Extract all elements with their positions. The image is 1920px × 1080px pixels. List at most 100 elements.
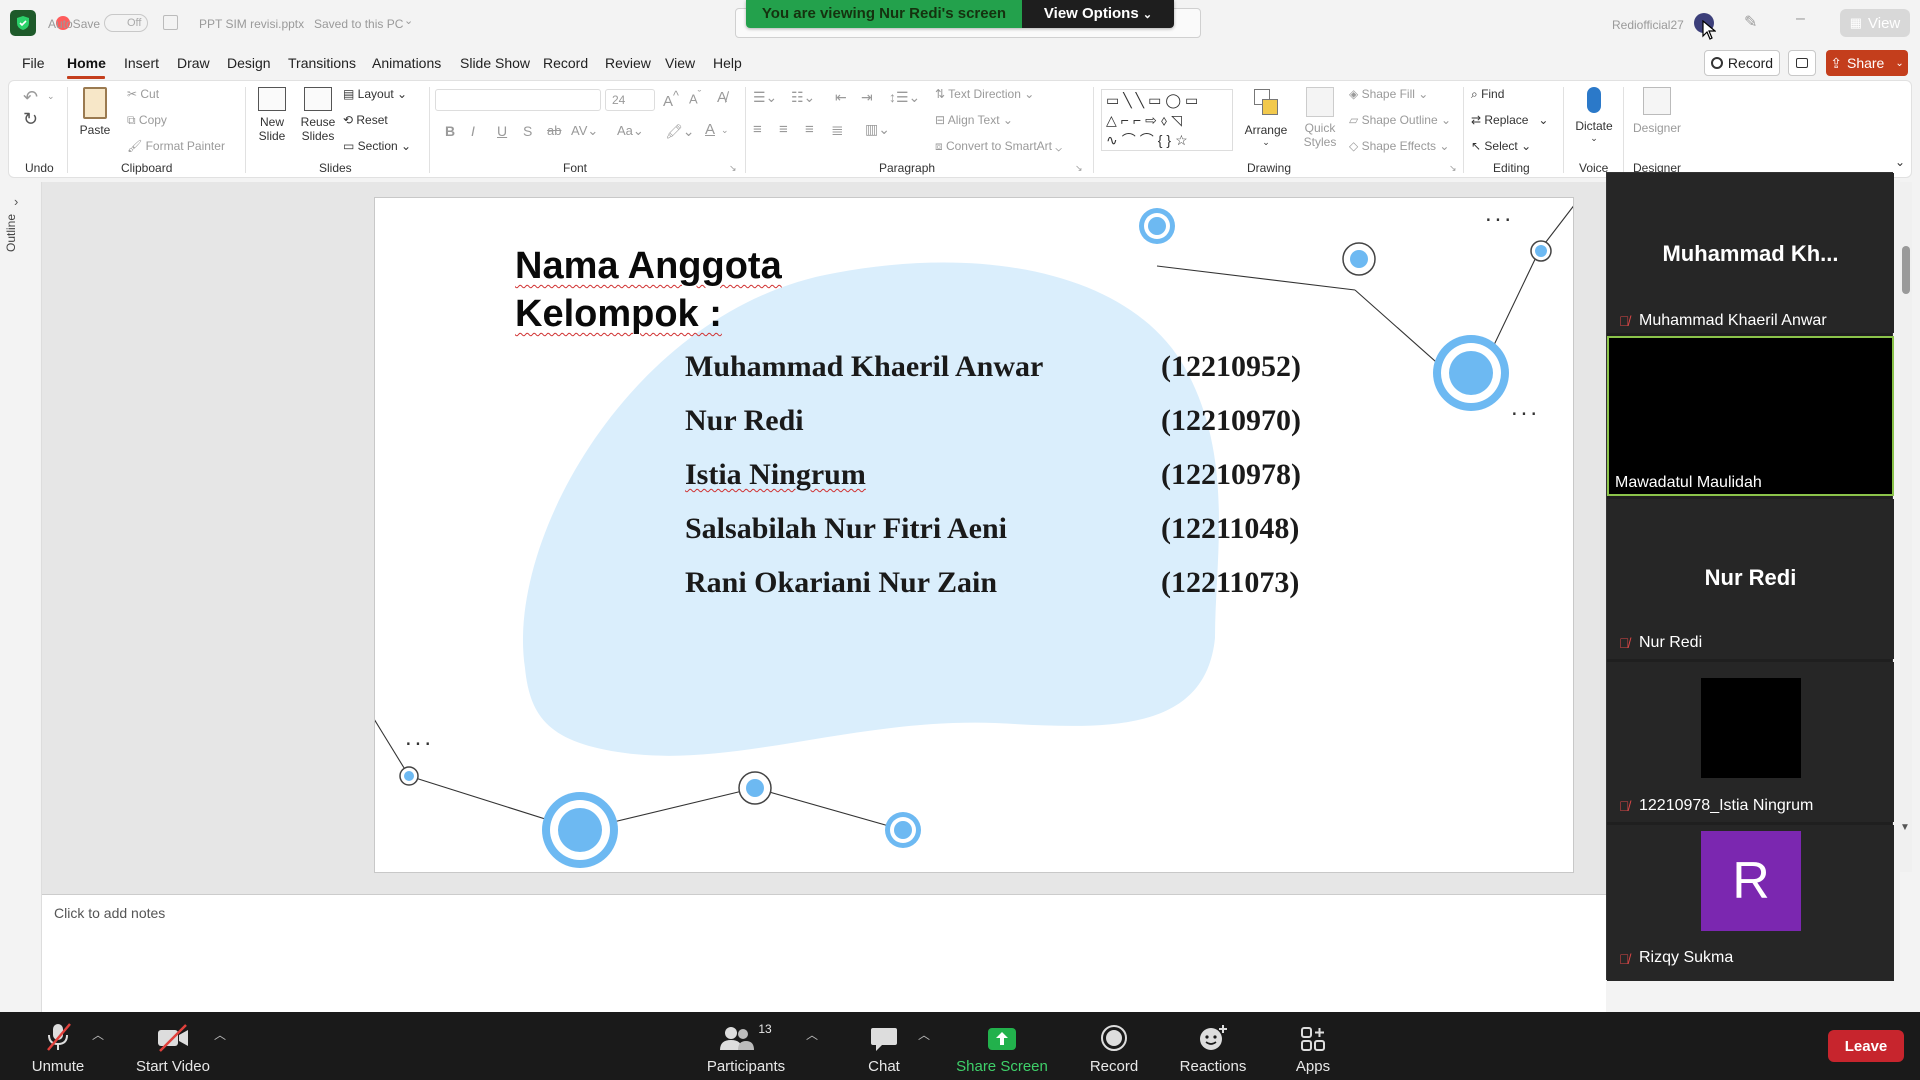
- record-button[interactable]: Record: [1704, 50, 1780, 76]
- document-name[interactable]: PPT SIM revisi.pptx: [199, 17, 304, 31]
- tab-design[interactable]: Design: [227, 55, 271, 71]
- strikethrough-icon[interactable]: ab: [547, 123, 561, 138]
- copy-button[interactable]: ⧉ Copy: [127, 113, 167, 128]
- tab-slide-show[interactable]: Slide Show: [460, 55, 530, 71]
- shape-outline-button[interactable]: ▱ Shape Outline ⌄: [1349, 113, 1451, 127]
- comments-button[interactable]: [1788, 50, 1816, 76]
- outline-label[interactable]: Outline: [4, 202, 18, 252]
- highlight-color-icon[interactable]: 🖍⌄: [665, 123, 695, 140]
- shape-effects-button[interactable]: ◇ Shape Effects ⌄: [1349, 139, 1449, 153]
- underline-button[interactable]: U: [497, 123, 507, 139]
- layout-button[interactable]: ▤ Layout ⌄: [343, 87, 407, 101]
- text-direction-button[interactable]: ⇅ Text Direction ⌄: [935, 87, 1034, 101]
- scroll-down-icon[interactable]: ▼: [1900, 822, 1910, 833]
- redo-icon[interactable]: ↻: [23, 109, 38, 130]
- participant-tile[interactable]: R 🎙̸ Rizqy Sukma: [1607, 825, 1894, 981]
- chevron-down-icon[interactable]: ⌄: [47, 91, 55, 102]
- shrink-font-icon[interactable]: Aˇ: [689, 89, 701, 106]
- pen-icon[interactable]: ✎: [1744, 12, 1757, 32]
- shapes-gallery[interactable]: ▭╲╲▭◯▭ △⌐⌐⇨⬨◹ ∿⌒⌒{}☆: [1101, 89, 1233, 151]
- font-color-icon[interactable]: A: [705, 121, 715, 138]
- participant-tile[interactable]: Nur Redi 🎙̸ Nur Redi: [1607, 499, 1894, 659]
- dialog-launcher-icon[interactable]: ↘: [1449, 163, 1457, 174]
- apps-button[interactable]: Apps: [1290, 1022, 1336, 1075]
- vertical-scrollbar[interactable]: ▼: [1900, 182, 1912, 872]
- chat-button[interactable]: Chat: [862, 1022, 906, 1075]
- tab-animations[interactable]: Animations: [372, 55, 441, 71]
- decrease-indent-icon[interactable]: ⇤: [835, 89, 847, 106]
- convert-smartart-button[interactable]: ⧈ Convert to SmartArt ⌄: [935, 139, 1062, 154]
- dictate-button[interactable]: Dictate ⌄: [1571, 87, 1617, 144]
- member-list[interactable]: Muhammad Khaeril Anwar (12210952) Nur Re…: [685, 350, 1305, 620]
- tab-home[interactable]: Home: [67, 55, 106, 71]
- view-options-button[interactable]: View Options ⌄: [1022, 0, 1174, 28]
- new-slide-button[interactable]: New Slide: [253, 87, 291, 143]
- align-left-icon[interactable]: ≡: [753, 121, 762, 138]
- designer-button[interactable]: Designer: [1629, 87, 1685, 135]
- italic-button[interactable]: I: [471, 123, 475, 139]
- slide-title[interactable]: Nama Anggota Kelompok :: [515, 242, 782, 338]
- save-icon[interactable]: [163, 15, 178, 30]
- unmute-button[interactable]: Unmute: [22, 1022, 94, 1075]
- collapse-ribbon-icon[interactable]: ⌄: [1895, 155, 1905, 169]
- font-name-input[interactable]: [435, 89, 601, 111]
- replace-button[interactable]: ⇄ Replace ⌄: [1471, 113, 1548, 127]
- tab-view[interactable]: View: [665, 55, 695, 71]
- font-size-input[interactable]: 24: [605, 89, 655, 111]
- format-painter-button[interactable]: 🖌 Format Painter: [127, 139, 225, 153]
- dialog-launcher-icon[interactable]: ↘: [729, 163, 737, 174]
- justify-icon[interactable]: ≣: [831, 121, 844, 139]
- notes-pane[interactable]: Click to add notes: [42, 894, 1606, 1012]
- arrange-button[interactable]: Arrange ⌄: [1241, 87, 1291, 148]
- share-screen-button[interactable]: Share Screen: [956, 1022, 1048, 1075]
- bullets-icon[interactable]: ☰⌄: [753, 89, 777, 106]
- align-right-icon[interactable]: ≡: [805, 121, 814, 138]
- tab-file[interactable]: File: [22, 55, 45, 71]
- participant-tile[interactable]: Muhammad Kh... 🎙̸ Muhammad Khaeril Anwar: [1607, 173, 1894, 333]
- minimize-icon[interactable]: –: [1796, 10, 1805, 28]
- participant-tile[interactable]: 🎙̸ 12210978_Istia Ningrum: [1607, 662, 1894, 822]
- section-button[interactable]: ▭ Section ⌄: [343, 139, 411, 153]
- zoom-view-button[interactable]: ▦ View: [1840, 9, 1910, 37]
- chevron-up-icon[interactable]: ︿: [918, 1026, 930, 1043]
- start-video-button[interactable]: Start Video: [130, 1022, 216, 1075]
- slide-canvas[interactable]: ... ... ... Nama Anggota Kelompok : Muha…: [374, 197, 1574, 873]
- chevron-up-icon[interactable]: ︿: [806, 1026, 818, 1043]
- reactions-button[interactable]: Reactions: [1176, 1022, 1250, 1075]
- autosave-toggle[interactable]: Off: [104, 14, 148, 32]
- chevron-up-icon[interactable]: ︿: [214, 1026, 226, 1043]
- participant-tile-active[interactable]: Mawadatul Maulidah: [1607, 336, 1894, 496]
- reset-button[interactable]: ⟲ Reset: [343, 113, 388, 127]
- quick-styles-button[interactable]: Quick Styles: [1299, 87, 1341, 149]
- char-spacing-icon[interactable]: AV⌄: [571, 123, 598, 139]
- chevron-down-icon[interactable]: ⌄: [404, 14, 413, 27]
- reuse-slides-button[interactable]: Reuse Slides: [299, 87, 337, 143]
- align-text-button[interactable]: ⊟ Align Text ⌄: [935, 113, 1013, 127]
- tab-transitions[interactable]: Transitions: [288, 55, 356, 71]
- chevron-down-icon[interactable]: ⌄: [721, 125, 729, 136]
- undo-icon[interactable]: ↶: [23, 87, 38, 108]
- bold-button[interactable]: B: [445, 123, 455, 139]
- record-meeting-button[interactable]: Record: [1086, 1022, 1142, 1075]
- cut-button[interactable]: ✂ Cut: [127, 87, 159, 101]
- chevron-up-icon[interactable]: ︿: [92, 1026, 104, 1043]
- grow-font-icon[interactable]: A^: [663, 89, 679, 110]
- share-button[interactable]: ⇪ Share ⌄: [1826, 50, 1908, 76]
- document-status[interactable]: Saved to this PC: [314, 17, 403, 31]
- numbering-icon[interactable]: ☷⌄: [791, 89, 815, 106]
- paste-button[interactable]: Paste: [75, 87, 115, 137]
- tab-help[interactable]: Help: [713, 55, 742, 71]
- tab-review[interactable]: Review: [605, 55, 651, 71]
- shape-fill-button[interactable]: ◈ Shape Fill ⌄: [1349, 87, 1428, 101]
- tab-record[interactable]: Record: [543, 55, 588, 71]
- find-button[interactable]: ⌕ Find: [1471, 87, 1504, 102]
- dialog-launcher-icon[interactable]: ↘: [1075, 163, 1083, 174]
- participants-button[interactable]: 13 Participants: [700, 1022, 792, 1075]
- select-button[interactable]: ↖ Select ⌄: [1471, 139, 1531, 153]
- leave-button[interactable]: Leave: [1828, 1030, 1904, 1062]
- clear-format-icon[interactable]: A̸: [717, 89, 727, 106]
- shadow-button[interactable]: S: [523, 123, 532, 139]
- increase-indent-icon[interactable]: ⇥: [861, 89, 873, 106]
- change-case-button[interactable]: Aa⌄: [617, 123, 644, 139]
- columns-icon[interactable]: ▥⌄: [865, 121, 890, 138]
